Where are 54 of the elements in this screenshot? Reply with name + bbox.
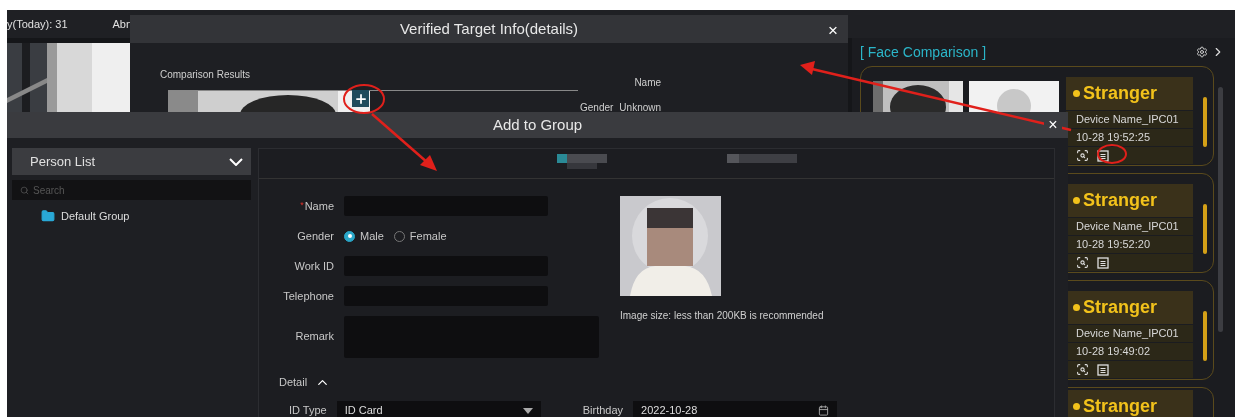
folder-icon: [41, 209, 55, 224]
details-icon[interactable]: [1097, 363, 1109, 376]
device-name: Device Name_IPC01: [1066, 111, 1193, 128]
scrollbar[interactable]: [1218, 87, 1223, 332]
device-name: Device Name_IPC01: [1066, 325, 1193, 342]
capture-time: 10-28 19:49:02: [1066, 343, 1193, 360]
date-field[interactable]: 2022-10-28: [633, 400, 838, 417]
dialog-title: Verified Target Info(details): [399, 18, 579, 39]
id-type-select[interactable]: ID Card: [336, 400, 541, 417]
close-button[interactable]: ×: [828, 18, 838, 44]
section-label: Comparison Results: [160, 68, 252, 82]
gender-radio[interactable]: Male: [344, 227, 384, 245]
calendar-icon: [818, 405, 830, 416]
chevron-down-icon: [229, 157, 243, 166]
search-input[interactable]: Search: [33, 182, 233, 198]
field-label: Remark: [295, 329, 334, 344]
field-label: ID Type: [289, 403, 327, 417]
field-label: Telephone: [283, 289, 334, 304]
status-label: Stranger: [1066, 77, 1193, 110]
info-label: Name: [634, 76, 662, 90]
capture-time: 10-28 19:52:20: [1066, 236, 1193, 253]
person-list-header[interactable]: Person List: [12, 148, 251, 175]
highlight-circle: [1097, 144, 1127, 164]
field-label: Work ID: [294, 259, 334, 274]
status-label: Stranger: [1066, 390, 1193, 417]
dialog-title: Add to Group: [492, 114, 583, 135]
search-image-icon[interactable]: [1076, 363, 1089, 376]
gender-radio[interactable]: Female: [393, 227, 447, 245]
highlight-circle: [343, 84, 385, 114]
search-icon: [20, 185, 29, 195]
caret-icon: [522, 407, 533, 414]
capture-time: 10-28 19:52:25: [1066, 129, 1193, 146]
details-icon[interactable]: [1097, 149, 1109, 162]
info-label: Gender: [580, 101, 614, 112]
detail-toggle[interactable]: Detail: [279, 374, 331, 391]
field-label: Gender: [297, 229, 334, 244]
status-label: Stranger: [1066, 184, 1193, 217]
add-button[interactable]: [352, 90, 369, 107]
stat-text: y(Today): 31: [7, 16, 68, 32]
panel-title: [ Face Comparison ]: [860, 42, 987, 62]
hint-text: Image size: less than 200KB is recommended: [620, 309, 824, 323]
annotation-arrow: [371, 113, 437, 171]
field-label: Birthday: [582, 403, 624, 417]
details-icon[interactable]: [1097, 256, 1109, 269]
search-image-icon[interactable]: [1076, 256, 1089, 269]
device-name: Device Name_IPC01: [1066, 218, 1193, 235]
settings-icon[interactable]: [1196, 46, 1208, 58]
field-label: Name: [304, 199, 334, 214]
search-field[interactable]: Search: [12, 180, 251, 200]
required-mark: *: [300, 199, 304, 212]
group-item[interactable]: Default Group: [41, 208, 251, 225]
status-label: Stranger: [1066, 291, 1193, 324]
info-value: Unknown: [619, 101, 662, 112]
search-image-icon[interactable]: [1076, 149, 1089, 162]
